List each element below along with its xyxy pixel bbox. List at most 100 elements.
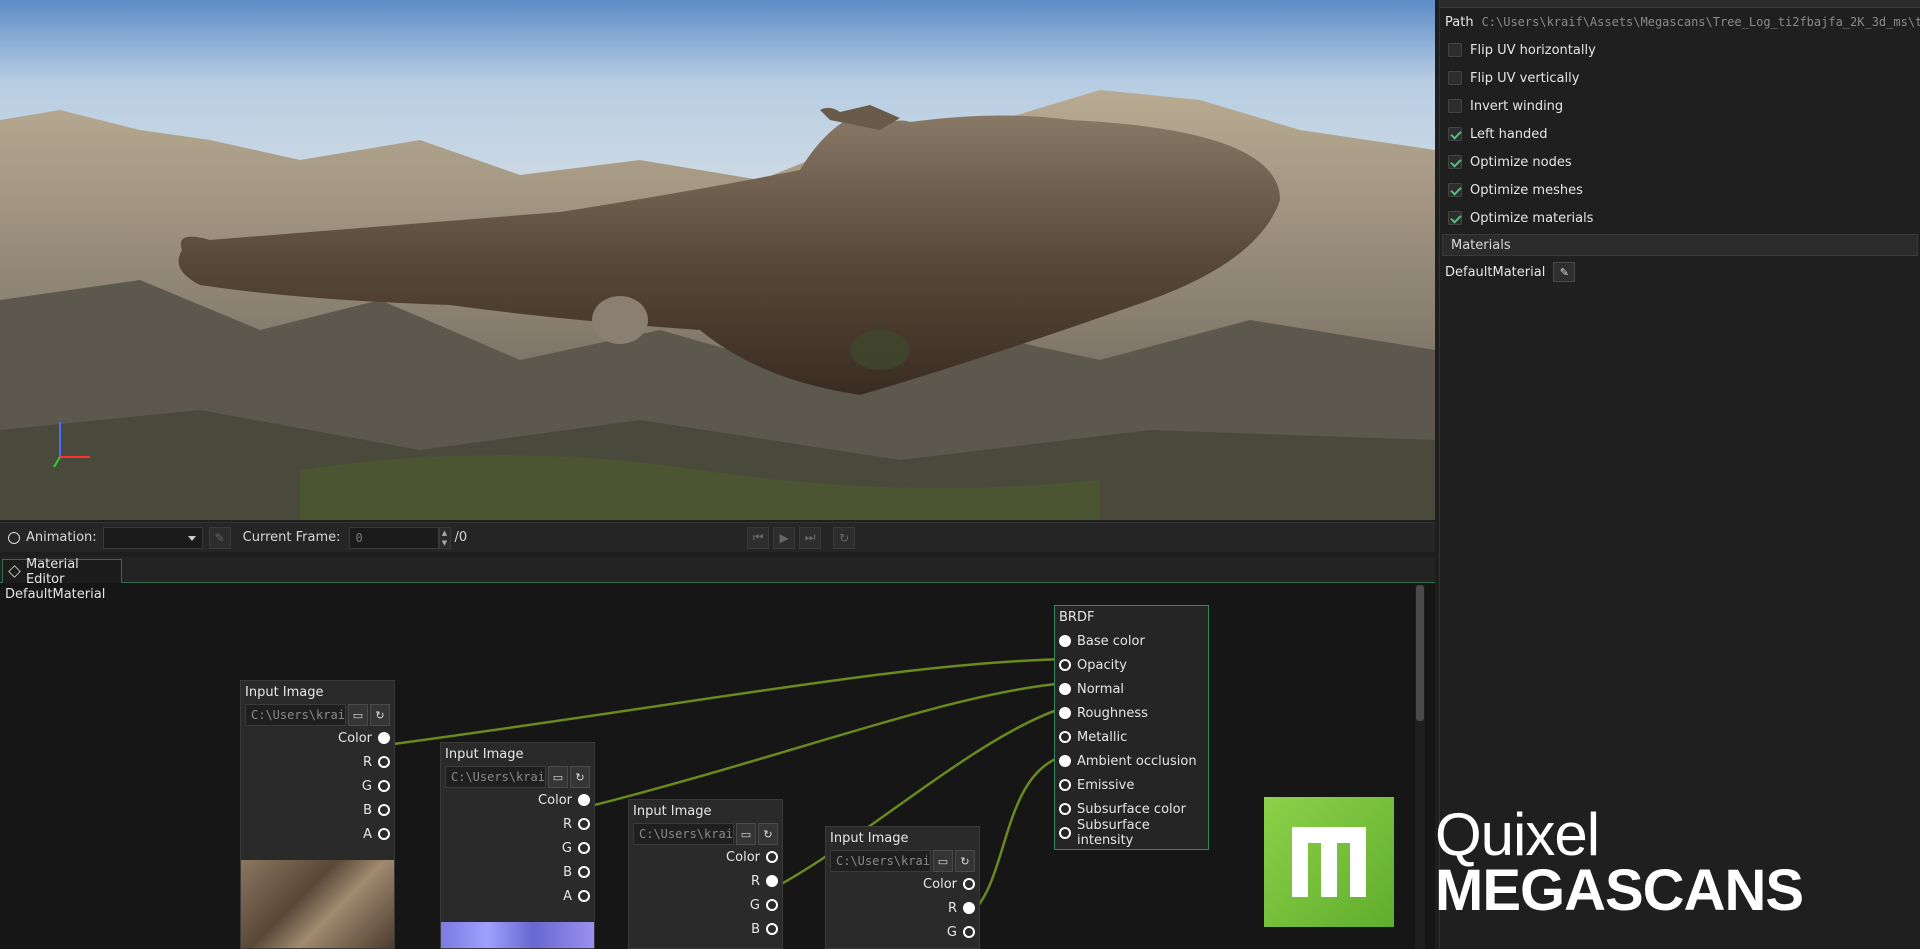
- reload-button[interactable]: ↻: [758, 823, 778, 845]
- browse-button[interactable]: ▭: [548, 766, 568, 788]
- frame-total: /0: [454, 530, 468, 545]
- checkbox[interactable]: [1448, 71, 1462, 85]
- checkbox[interactable]: [1448, 127, 1462, 141]
- checkbox[interactable]: [1448, 99, 1462, 113]
- input-image-node-1[interactable]: Input Image C:\Users\krai ▭ ↻ Color R G …: [240, 680, 395, 949]
- port-connector[interactable]: [963, 878, 975, 890]
- input-port-normal[interactable]: Normal: [1055, 677, 1208, 701]
- edit-material-button[interactable]: ✎: [1553, 262, 1576, 282]
- output-port-g[interactable]: G: [441, 836, 594, 860]
- reload-button[interactable]: ↻: [570, 766, 590, 788]
- option-optimize-materials[interactable]: Optimize materials: [1440, 204, 1920, 232]
- option-flip-uv-horizontally[interactable]: Flip UV horizontally: [1440, 36, 1920, 64]
- animation-select[interactable]: [102, 526, 203, 549]
- output-port-color[interactable]: Color: [441, 788, 594, 812]
- port-connector[interactable]: [578, 866, 590, 878]
- image-path-field[interactable]: C:\Users\krai: [445, 766, 546, 788]
- output-port-a[interactable]: A: [241, 822, 394, 846]
- port-connector[interactable]: [378, 732, 390, 744]
- output-port-g[interactable]: G: [826, 920, 979, 944]
- input-image-node-2[interactable]: Input Image C:\Users\krai ▭ ↻ Color R G …: [440, 742, 595, 949]
- refresh-icon: ↻: [763, 827, 773, 841]
- port-connector[interactable]: [1059, 731, 1071, 743]
- port-connector[interactable]: [1059, 779, 1071, 791]
- input-port-ambient-occlusion[interactable]: Ambient occlusion: [1055, 749, 1208, 773]
- input-image-node-4[interactable]: Input Image C:\Users\krai ▭ ↻ Color R G: [825, 826, 980, 949]
- watermark-megascans: MEGASCANS: [1435, 858, 1804, 923]
- input-port-emissive[interactable]: Emissive: [1055, 773, 1208, 797]
- output-port-b[interactable]: B: [441, 860, 594, 884]
- brdf-node[interactable]: BRDF Base color Opacity Normal Roughness…: [1054, 605, 1209, 850]
- port-connector[interactable]: [1059, 755, 1071, 767]
- checkbox[interactable]: [1448, 183, 1462, 197]
- output-port-r[interactable]: R: [826, 896, 979, 920]
- checkbox[interactable]: [1448, 43, 1462, 57]
- input-port-subsurface-intensity[interactable]: Subsurface intensity: [1055, 818, 1208, 848]
- output-port-color[interactable]: Color: [241, 726, 394, 750]
- edit-animation-button[interactable]: ✎: [208, 526, 231, 549]
- input-port-base-color[interactable]: Base color: [1055, 629, 1208, 653]
- port-connector[interactable]: [1059, 683, 1071, 695]
- output-port-r[interactable]: R: [241, 750, 394, 774]
- reload-button[interactable]: ↻: [370, 704, 390, 726]
- port-connector[interactable]: [578, 794, 590, 806]
- checkbox[interactable]: [1448, 211, 1462, 225]
- port-connector[interactable]: [1059, 827, 1071, 839]
- port-connector[interactable]: [578, 818, 590, 830]
- output-port-b[interactable]: B: [241, 798, 394, 822]
- port-connector[interactable]: [766, 851, 778, 863]
- image-path-field[interactable]: C:\Users\krai: [830, 850, 931, 872]
- tab-material-editor[interactable]: Material Editor: [2, 557, 122, 587]
- port-connector[interactable]: [1059, 707, 1071, 719]
- port-connector[interactable]: [378, 804, 390, 816]
- skip-forward-button[interactable]: ⏭: [799, 526, 822, 549]
- node-editor-canvas[interactable]: DefaultMaterial Input Image C:\Users\kra…: [0, 583, 1435, 949]
- output-port-g[interactable]: G: [629, 893, 782, 917]
- browse-button[interactable]: ▭: [348, 704, 368, 726]
- 3d-viewport[interactable]: [0, 0, 1435, 520]
- port-connector[interactable]: [1059, 659, 1071, 671]
- play-button[interactable]: ▶: [773, 526, 796, 549]
- loop-button[interactable]: ↻: [833, 526, 856, 549]
- browse-button[interactable]: ▭: [933, 850, 953, 872]
- port-connector[interactable]: [1059, 635, 1071, 647]
- checkbox[interactable]: [1448, 155, 1462, 169]
- browse-button[interactable]: ▭: [736, 823, 756, 845]
- port-connector[interactable]: [378, 828, 390, 840]
- port-connector[interactable]: [578, 890, 590, 902]
- port-connector[interactable]: [766, 875, 778, 887]
- option-flip-uv-vertically[interactable]: Flip UV vertically: [1440, 64, 1920, 92]
- option-invert-winding[interactable]: Invert winding: [1440, 92, 1920, 120]
- input-port-opacity[interactable]: Opacity: [1055, 653, 1208, 677]
- materials-section-header[interactable]: Materials: [1442, 234, 1918, 256]
- output-port-a[interactable]: A: [441, 884, 594, 908]
- output-port-r[interactable]: R: [441, 812, 594, 836]
- port-connector[interactable]: [578, 842, 590, 854]
- editor-scrollbar[interactable]: [1415, 585, 1425, 949]
- port-connector[interactable]: [963, 902, 975, 914]
- skip-back-button[interactable]: ⏮: [747, 526, 770, 549]
- option-optimize-meshes[interactable]: Optimize meshes: [1440, 176, 1920, 204]
- input-port-roughness[interactable]: Roughness: [1055, 701, 1208, 725]
- option-left-handed[interactable]: Left handed: [1440, 120, 1920, 148]
- image-path-field[interactable]: C:\Users\krai: [633, 823, 734, 845]
- current-frame-input[interactable]: 0: [348, 526, 439, 549]
- scrollbar-thumb[interactable]: [1416, 585, 1424, 721]
- reload-button[interactable]: ↻: [955, 850, 975, 872]
- input-port-metallic[interactable]: Metallic: [1055, 725, 1208, 749]
- frame-stepper[interactable]: ▲ ▼: [438, 526, 451, 549]
- option-optimize-nodes[interactable]: Optimize nodes: [1440, 148, 1920, 176]
- port-connector[interactable]: [766, 923, 778, 935]
- input-image-node-3[interactable]: Input Image C:\Users\krai ▭ ↻ Color R G …: [628, 799, 783, 949]
- output-port-b[interactable]: B: [629, 917, 782, 941]
- port-connector[interactable]: [378, 780, 390, 792]
- image-path-field[interactable]: C:\Users\krai: [245, 704, 346, 726]
- output-port-g[interactable]: G: [241, 774, 394, 798]
- port-connector[interactable]: [766, 899, 778, 911]
- port-connector[interactable]: [1059, 803, 1071, 815]
- output-port-r[interactable]: R: [629, 869, 782, 893]
- port-connector[interactable]: [963, 926, 975, 938]
- output-port-color[interactable]: Color: [826, 872, 979, 896]
- port-connector[interactable]: [378, 756, 390, 768]
- output-port-color[interactable]: Color: [629, 845, 782, 869]
